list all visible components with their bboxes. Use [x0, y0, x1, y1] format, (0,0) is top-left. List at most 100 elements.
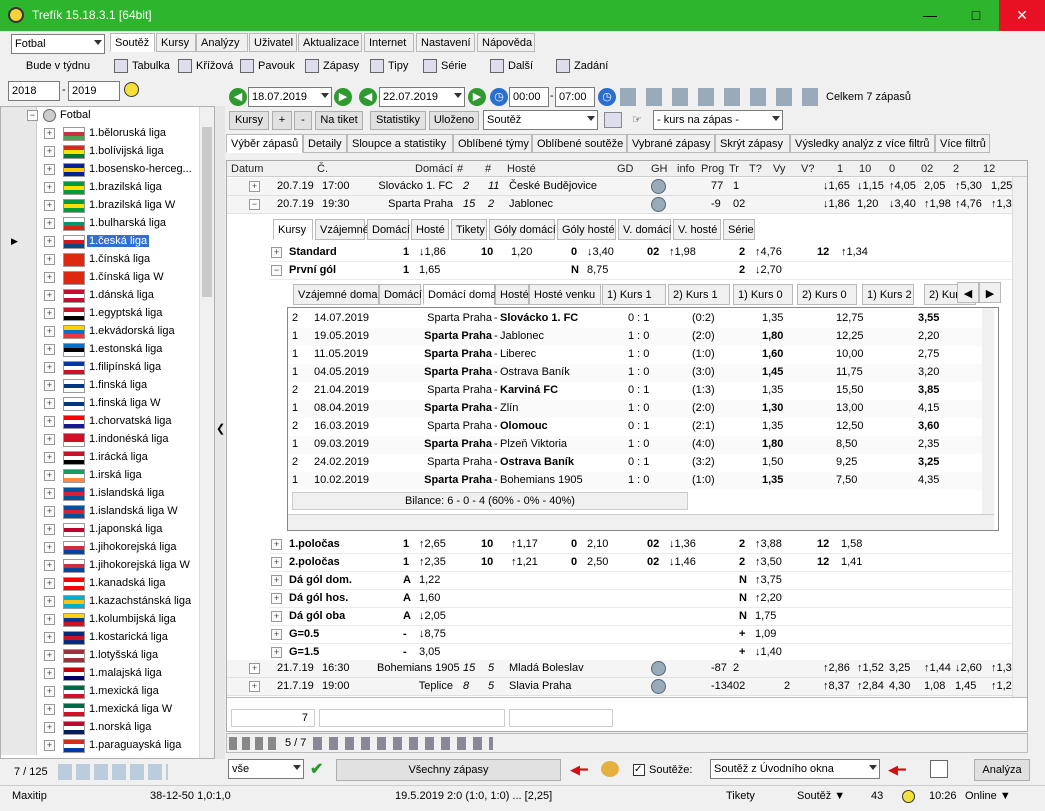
sidebar-league-item[interactable]: +1.japonská liga [1, 521, 214, 539]
select-area-icon[interactable] [930, 760, 948, 778]
column-header[interactable]: Domácí [415, 163, 453, 175]
expand-icon[interactable]: + [44, 488, 55, 499]
sidebar-league-item[interactable]: +1.bosensko-herceg... [1, 161, 214, 179]
history-row[interactable]: 1 04.05.2019 Sparta Praha Ostrava Baník 1 : … [288, 364, 994, 382]
expand-icon[interactable]: + [44, 650, 55, 661]
date-to-input[interactable]: 22.07.2019 [379, 87, 465, 107]
prev-date-icon[interactable]: ◀ [229, 88, 247, 106]
match-row[interactable]: +20.7.19 17:00 Slovácko 1. FC 2 11 České Budě… [227, 178, 1027, 196]
date-from-input[interactable]: 18.07.2019 [248, 87, 332, 107]
inner-tab[interactable]: Vzájemné doma [293, 284, 379, 305]
expand-icon[interactable]: + [44, 308, 55, 319]
history-vscrollbar[interactable] [982, 308, 994, 514]
expand-icon[interactable]: + [44, 344, 55, 355]
expand-icon[interactable]: + [44, 668, 55, 679]
sidebar-league-item[interactable]: +1.estonská liga [1, 341, 214, 359]
inner-tab[interactable]: Domácí [379, 284, 422, 305]
expand-icon[interactable]: + [249, 663, 260, 674]
pager-nav-icons[interactable] [229, 737, 279, 750]
year-from-input[interactable]: 2018 [8, 81, 60, 101]
main-tab[interactable]: Detaily [303, 134, 347, 153]
next-date-icon[interactable]: ▶ [334, 88, 352, 106]
column-header[interactable]: T? [749, 163, 762, 175]
menu-tab[interactable]: Aktualizace [298, 33, 362, 52]
expand-icon[interactable]: + [44, 614, 55, 625]
inner-tab[interactable]: 1) Kurs 2 [862, 284, 914, 305]
expand-icon[interactable]: + [44, 128, 55, 139]
main-tab[interactable]: Výsledky analýz z více filtrů [790, 134, 935, 153]
inner-tab[interactable]: Hosté venku [529, 284, 601, 305]
na-tiket-button[interactable]: Na tiket [315, 111, 363, 130]
main-tab[interactable]: Skrýt zápasy [715, 134, 790, 153]
expand-icon[interactable]: + [44, 398, 55, 409]
expand-icon[interactable]: + [44, 434, 55, 445]
main-tab[interactable]: Vybrané zápasy [627, 134, 715, 153]
inner-tab[interactable]: 2) Kurs 0 [797, 284, 857, 305]
history-hscrollbar[interactable] [288, 514, 994, 530]
expand-icon[interactable]: + [271, 575, 282, 586]
sidebar-league-item[interactable]: +1.běloruská liga [1, 125, 214, 143]
detail-tab[interactable]: Hosté [411, 219, 449, 240]
check-icon[interactable]: ✔ [310, 759, 323, 779]
toolbar-button[interactable]: Další [490, 58, 533, 76]
analyza-button[interactable]: Analýza [974, 759, 1030, 781]
menu-tab[interactable]: Nastavení [416, 33, 475, 52]
expand-icon[interactable]: + [44, 164, 55, 175]
status-online[interactable]: Online ▼ [965, 790, 1011, 802]
menu-tab[interactable]: Internet [364, 33, 414, 52]
expand-icon[interactable]: + [44, 524, 55, 535]
column-header[interactable]: 02 [921, 163, 933, 175]
detail-tab[interactable]: Tikety [451, 219, 487, 240]
inner-tab[interactable]: 2) Kurs 1 [668, 284, 730, 305]
expand-icon[interactable]: + [249, 681, 260, 692]
time-to-input[interactable]: 07:00 [555, 87, 595, 107]
sidebar-league-item[interactable]: +1.kazachstánská liga [1, 593, 214, 611]
ball-icon[interactable] [124, 82, 139, 97]
expand-icon[interactable]: + [271, 611, 282, 622]
column-header[interactable]: Č. [317, 163, 328, 175]
main-tab[interactable]: Více filtrů [935, 134, 990, 153]
expand-icon[interactable]: − [249, 199, 260, 210]
column-header[interactable]: Tr [729, 163, 739, 175]
expand-icon[interactable]: + [44, 380, 55, 391]
history-row[interactable]: 1 11.05.2019 Sparta Praha Liberec 1 : 0 (1:0)… [288, 346, 994, 364]
sidebar-league-item[interactable]: +1.finská liga W [1, 395, 214, 413]
column-header[interactable]: 2 [953, 163, 959, 175]
person-icon[interactable] [601, 761, 619, 777]
match-row[interactable]: +21.7.19 16:30 Bohemians 1905 15 5 Mladá Bole… [227, 660, 1027, 678]
sidebar-league-item[interactable]: +1.lotyšská liga [1, 647, 214, 665]
souteze-select[interactable]: Soutěž z Úvodního okna [710, 759, 880, 779]
souteze-checkbox[interactable]: ✓ [633, 764, 645, 776]
expand-icon[interactable]: + [44, 452, 55, 463]
inner-tab[interactable]: 1) Kurs 1 [602, 284, 666, 305]
pager-tool-icons[interactable] [313, 737, 493, 750]
column-header[interactable]: 12 [983, 163, 995, 175]
expand-icon[interactable]: + [44, 182, 55, 193]
sidebar-league-item[interactable]: ▶ +1.česká liga [1, 233, 214, 251]
column-header[interactable]: Datum [231, 163, 263, 175]
column-header[interactable]: info [677, 163, 695, 175]
filter-value-select[interactable]: vše [228, 759, 304, 779]
detail-tab[interactable]: Vzájemné [315, 219, 369, 240]
status-tikety[interactable]: Tikety [726, 790, 755, 802]
sidebar-tool-icons[interactable] [58, 764, 168, 780]
expand-icon[interactable]: + [271, 247, 282, 258]
toolbar-button[interactable]: Tabulka [114, 58, 170, 76]
inner-tab[interactable]: Hosté [495, 284, 529, 305]
column-header[interactable]: 10 [859, 163, 871, 175]
inner-tab[interactable]: 1) Kurs 0 [733, 284, 793, 305]
scroll-right-icon[interactable]: ▶ [979, 282, 1001, 303]
detail-tab[interactable]: Góly domácí [489, 219, 556, 240]
toolbar-button[interactable]: Tipy [370, 58, 408, 76]
expand-icon[interactable]: + [44, 578, 55, 589]
match-row[interactable]: +21.7.19 19:00 Teplice 8 5 Slavia Praha -134 02… [227, 678, 1027, 696]
filter-icon[interactable] [604, 112, 622, 128]
menu-tab[interactable]: Analýzy [196, 33, 248, 52]
expand-icon[interactable]: − [271, 265, 282, 276]
history-row[interactable]: 2 14.07.2019 Sparta Praha Slovácko 1. FC 0 :… [288, 310, 994, 328]
sidebar-league-item[interactable]: +1.finská liga [1, 377, 214, 395]
collapse-icon[interactable]: − [27, 110, 38, 121]
sidebar-league-item[interactable]: +1.indonéská liga [1, 431, 214, 449]
sidebar-league-item[interactable]: +1.bulharská liga [1, 215, 214, 233]
expand-icon[interactable]: + [44, 560, 55, 571]
